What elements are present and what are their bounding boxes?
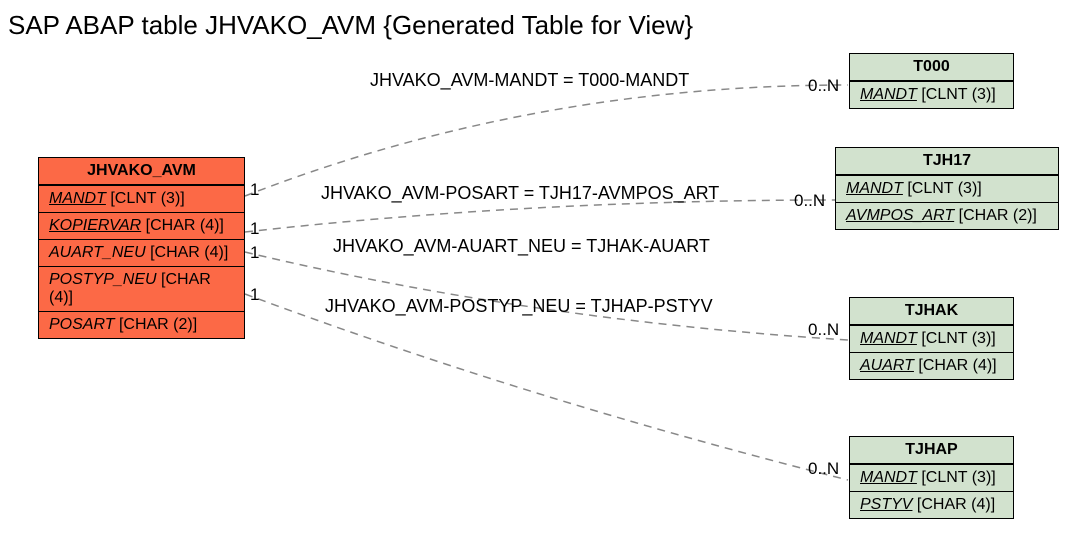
field-row: AVMPOS_ART [CHAR (2)] bbox=[836, 202, 1058, 229]
entity-t000: T000 MANDT [CLNT (3)] bbox=[849, 53, 1014, 109]
cardinality: 0..N bbox=[808, 459, 839, 479]
cardinality: 1 bbox=[250, 243, 259, 263]
entity-header: TJH17 bbox=[836, 148, 1058, 175]
field-row: POSART [CHAR (2)] bbox=[39, 311, 244, 338]
cardinality: 0..N bbox=[808, 76, 839, 96]
cardinality: 0..N bbox=[808, 320, 839, 340]
field-row: POSTYP_NEU [CHAR (4)] bbox=[39, 266, 244, 311]
relation-label: JHVAKO_AVM-MANDT = T000-MANDT bbox=[370, 70, 689, 91]
entity-header: T000 bbox=[850, 54, 1013, 81]
diagram-canvas: SAP ABAP table JHVAKO_AVM {Generated Tab… bbox=[0, 0, 1092, 549]
entity-jhvako-avm: JHVAKO_AVM MANDT [CLNT (3)] KOPIERVAR [C… bbox=[38, 157, 245, 339]
cardinality: 1 bbox=[250, 180, 259, 200]
field-row: AUART [CHAR (4)] bbox=[850, 352, 1013, 379]
cardinality: 1 bbox=[250, 219, 259, 239]
entity-header: TJHAK bbox=[850, 298, 1013, 325]
cardinality: 1 bbox=[250, 285, 259, 305]
field-row: MANDT [CLNT (3)] bbox=[836, 175, 1058, 202]
field-row: MANDT [CLNT (3)] bbox=[850, 464, 1013, 491]
relation-label: JHVAKO_AVM-POSTYP_NEU = TJHAP-PSTYV bbox=[325, 296, 713, 317]
relation-label: JHVAKO_AVM-AUART_NEU = TJHAK-AUART bbox=[333, 236, 710, 257]
field-row: MANDT [CLNT (3)] bbox=[850, 81, 1013, 108]
relation-label: JHVAKO_AVM-POSART = TJH17-AVMPOS_ART bbox=[321, 183, 719, 204]
diagram-title: SAP ABAP table JHVAKO_AVM {Generated Tab… bbox=[8, 10, 693, 41]
field-row: KOPIERVAR [CHAR (4)] bbox=[39, 212, 244, 239]
field-row: MANDT [CLNT (3)] bbox=[39, 185, 244, 212]
cardinality: 0..N bbox=[794, 191, 825, 211]
field-row: AUART_NEU [CHAR (4)] bbox=[39, 239, 244, 266]
entity-tjhak: TJHAK MANDT [CLNT (3)] AUART [CHAR (4)] bbox=[849, 297, 1014, 380]
field-row: MANDT [CLNT (3)] bbox=[850, 325, 1013, 352]
entity-tjhap: TJHAP MANDT [CLNT (3)] PSTYV [CHAR (4)] bbox=[849, 436, 1014, 519]
entity-tjh17: TJH17 MANDT [CLNT (3)] AVMPOS_ART [CHAR … bbox=[835, 147, 1059, 230]
field-row: PSTYV [CHAR (4)] bbox=[850, 491, 1013, 518]
entity-header: JHVAKO_AVM bbox=[39, 158, 244, 185]
entity-header: TJHAP bbox=[850, 437, 1013, 464]
